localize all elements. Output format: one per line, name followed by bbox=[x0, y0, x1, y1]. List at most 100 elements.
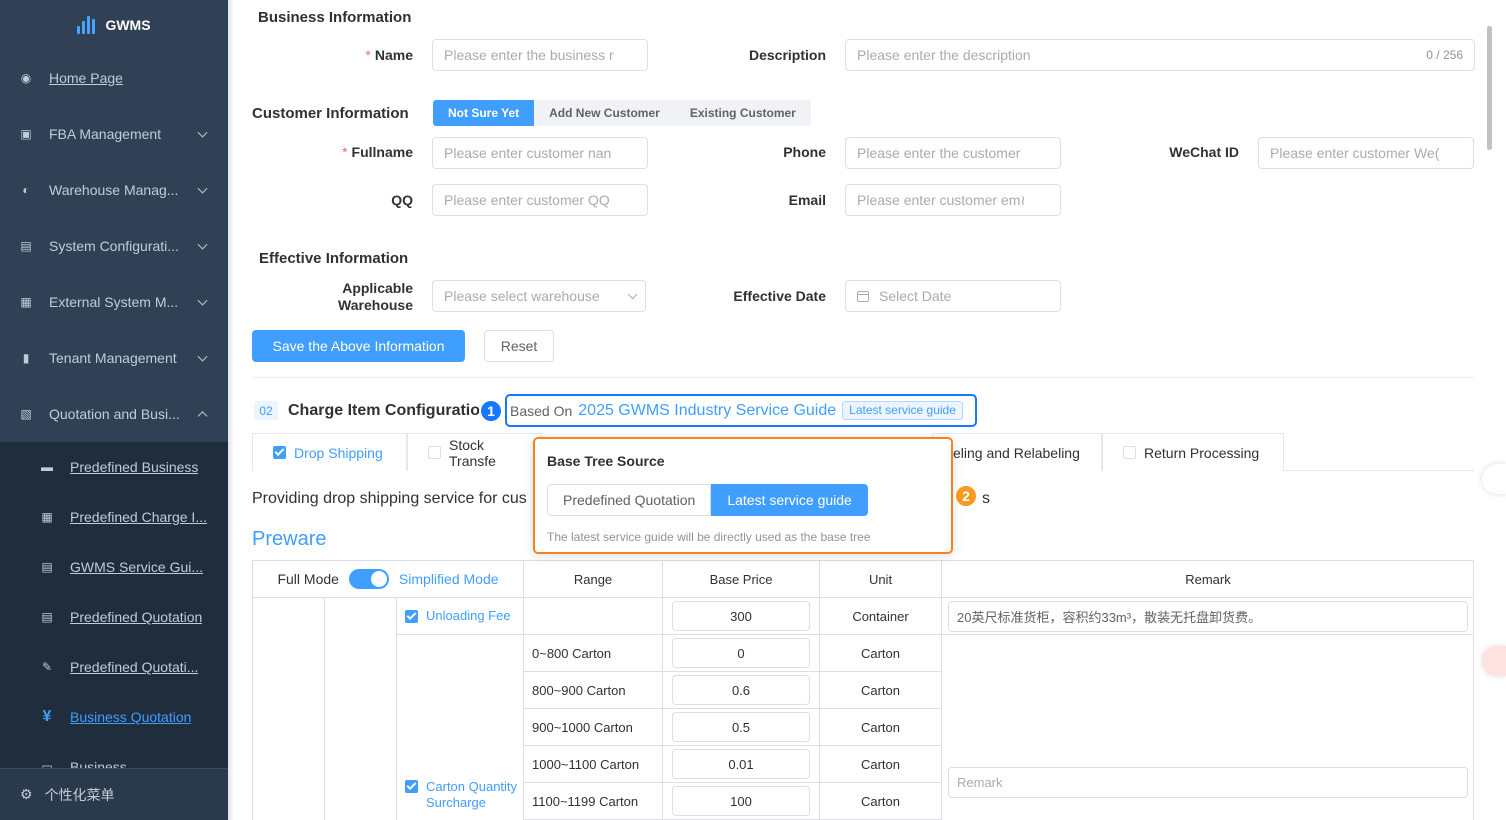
floating-help-button[interactable] bbox=[1482, 646, 1506, 676]
tab-stock-transfer[interactable]: Stock Transfe bbox=[407, 433, 542, 471]
price-cell: 100 bbox=[663, 783, 820, 820]
sidebar-item-system-config[interactable]: ▤ System Configurati... bbox=[0, 218, 228, 274]
sidebar-item-label: Tenant Management bbox=[49, 350, 177, 366]
fullname-placeholder: Please enter customer nan bbox=[444, 145, 612, 161]
qq-placeholder: Please enter customer QQ bbox=[444, 192, 610, 208]
sidebar-subitem-label: Predefined Business bbox=[70, 459, 199, 475]
price-input[interactable]: 0.5 bbox=[672, 712, 810, 742]
business-name-input[interactable]: Please enter the business r bbox=[432, 39, 648, 71]
folder-icon: ▬ bbox=[41, 460, 53, 474]
checkbox[interactable] bbox=[1123, 446, 1136, 459]
unloading-unit-cell: Container bbox=[820, 598, 942, 635]
main-content: Business Information * Name Please enter … bbox=[234, 0, 1494, 820]
qq-label: QQ bbox=[391, 192, 413, 208]
effective-date-label: Effective Date bbox=[733, 288, 826, 304]
fullname-input[interactable]: Please enter customer nan bbox=[432, 137, 648, 169]
table-icon: ▦ bbox=[41, 510, 53, 524]
customer-mode-existing[interactable]: Existing Customer bbox=[675, 100, 811, 126]
full-mode-label: Full Mode bbox=[277, 571, 339, 587]
sidebar-item-label: Quotation and Busi... bbox=[49, 406, 180, 422]
sidebar-subitem-service-guide[interactable]: ▤ GWMS Service Gui... bbox=[0, 542, 228, 592]
based-on-label: Based On bbox=[510, 402, 573, 419]
description-input[interactable]: Please enter the description 0 / 256 bbox=[845, 39, 1475, 71]
price-cell: 0 bbox=[663, 635, 820, 672]
tab-drop-shipping[interactable]: Drop Shipping bbox=[252, 433, 407, 471]
checkbox-checked[interactable] bbox=[405, 780, 418, 793]
sidebar-item-home[interactable]: ◉ Home Page bbox=[0, 50, 228, 106]
unit-cell: Carton bbox=[820, 672, 942, 709]
sidebar-item-label: External System M... bbox=[49, 294, 179, 310]
warehouse-select[interactable]: Please select warehouse bbox=[432, 280, 646, 312]
unit-cell: Carton bbox=[820, 746, 942, 783]
tab-label: Drop Shipping bbox=[294, 444, 383, 461]
sidebar-item-warehouse[interactable]: ◐ Warehouse Manag... bbox=[0, 162, 228, 218]
simplified-mode-label: Simplified Mode bbox=[398, 571, 499, 587]
service-guide-link[interactable]: 2025 GWMS Industry Service Guide bbox=[578, 402, 836, 420]
sidebar-subitem-business-quotation[interactable]: ¥ Business Quotation bbox=[0, 692, 228, 742]
description-label: Description bbox=[748, 47, 826, 63]
carton-remark-input[interactable]: Remark bbox=[948, 767, 1468, 798]
charge-item-title: Charge Item Configuratio bbox=[288, 402, 481, 419]
unloading-remark-input[interactable]: 20英尺标准货柜，容积约33m³，散装无托盘卸货费。 bbox=[948, 601, 1468, 632]
carton-surcharge-cell: Carton Quantity Surcharge bbox=[397, 635, 524, 820]
grid-icon: ▦ bbox=[20, 295, 32, 309]
box-icon: ▣ bbox=[20, 127, 32, 141]
sidebar-item-fba[interactable]: ▣ FBA Management bbox=[0, 106, 228, 162]
unloading-price-cell: 300 bbox=[663, 598, 820, 635]
vertical-scrollbar[interactable] bbox=[1487, 26, 1492, 150]
sidebar-item-tenant[interactable]: ▮ Tenant Management bbox=[0, 330, 228, 386]
personalize-menu-button[interactable]: ⚙ 个性化菜单 bbox=[0, 768, 228, 820]
callout-marker-1: 1 bbox=[479, 399, 503, 423]
mode-switch-cell: Full Mode Simplified Mode bbox=[253, 561, 524, 598]
price-input[interactable]: 0 bbox=[672, 638, 810, 668]
chevron-down-icon bbox=[197, 351, 208, 362]
phone-input[interactable]: Please enter the customer bbox=[845, 137, 1061, 169]
sidebar-subitem-label: Predefined Charge I... bbox=[70, 509, 207, 525]
price-input[interactable]: 100 bbox=[672, 786, 810, 816]
checkbox-checked[interactable] bbox=[405, 609, 418, 623]
mode-toggle[interactable] bbox=[348, 569, 389, 589]
tab-return-processing[interactable]: Return Processing bbox=[1102, 433, 1284, 471]
customer-mode-add-new[interactable]: Add New Customer bbox=[534, 100, 675, 126]
radio-latest-service-guide[interactable]: Latest service guide bbox=[711, 484, 868, 516]
customer-mode-not-sure[interactable]: Not Sure Yet bbox=[433, 100, 535, 126]
checkbox-checked[interactable] bbox=[273, 446, 286, 459]
sidebar-item-quotation[interactable]: ▧ Quotation and Busi... bbox=[0, 386, 228, 442]
description-counter: 0 / 256 bbox=[1426, 48, 1463, 62]
required-mark: * bbox=[365, 47, 371, 63]
checkbox[interactable] bbox=[428, 446, 441, 459]
reset-button[interactable]: Reset bbox=[484, 330, 554, 362]
service-description-tail: s bbox=[982, 490, 990, 507]
customer-info-title: Customer Information bbox=[252, 105, 409, 122]
radio-predefined-quotation[interactable]: Predefined Quotation bbox=[547, 484, 712, 516]
unloading-price-input[interactable]: 300 bbox=[672, 601, 810, 631]
chevron-down-icon bbox=[197, 295, 208, 306]
sidebar-item-label: System Configurati... bbox=[49, 238, 179, 254]
qq-input[interactable]: Please enter customer QQ bbox=[432, 184, 648, 216]
chevron-up-icon bbox=[197, 411, 208, 422]
sidebar-item-external-system[interactable]: ▦ External System M... bbox=[0, 274, 228, 330]
sidebar-subitem-predefined-quotation-2[interactable]: ✎ Predefined Quotati... bbox=[0, 642, 228, 692]
service-description: Providing drop shipping service for cus bbox=[252, 490, 527, 507]
email-input[interactable]: Please enter customer em≀ bbox=[845, 184, 1061, 216]
header-range: Range bbox=[524, 561, 663, 598]
fullname-label: * Fullname bbox=[274, 144, 413, 161]
email-placeholder: Please enter customer em≀ bbox=[857, 191, 1026, 208]
effective-date-placeholder: Select Date bbox=[879, 288, 952, 304]
wechat-input[interactable]: Please enter customer We( bbox=[1258, 137, 1474, 169]
callout-marker-2: 2 bbox=[954, 484, 978, 508]
price-input[interactable]: 0.6 bbox=[672, 675, 810, 705]
logo-icon bbox=[77, 16, 96, 34]
sidebar-subitem-predefined-quotation[interactable]: ▤ Predefined Quotation bbox=[0, 592, 228, 642]
quotation-submenu: ▬ Predefined Business ▦ Predefined Charg… bbox=[0, 442, 228, 792]
tab-labeling-relabeling[interactable]: eling and Relabeling bbox=[932, 433, 1102, 471]
effective-date-picker[interactable]: Select Date bbox=[845, 280, 1061, 312]
base-tree-source-popover: Base Tree Source Predefined Quotation La… bbox=[533, 437, 953, 554]
sidebar-subitem-predefined-charge[interactable]: ▦ Predefined Charge I... bbox=[0, 492, 228, 542]
unit-cell: Carton bbox=[820, 635, 942, 672]
price-input[interactable]: 0.01 bbox=[672, 749, 810, 779]
sidebar-subitem-predefined-business[interactable]: ▬ Predefined Business bbox=[0, 442, 228, 492]
logo[interactable]: GWMS bbox=[0, 0, 228, 50]
save-information-button[interactable]: Save the Above Information bbox=[252, 330, 465, 362]
floating-assistant-button[interactable] bbox=[1482, 464, 1506, 494]
